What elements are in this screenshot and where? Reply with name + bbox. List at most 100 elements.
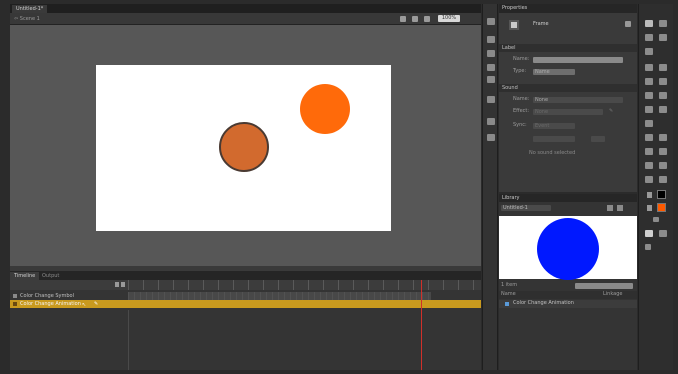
- name-label: Name:: [513, 56, 530, 62]
- pin-icon[interactable]: [607, 205, 613, 211]
- stroke-color-swatch[interactable]: [657, 190, 666, 199]
- effect-value: None: [535, 109, 549, 115]
- text-tool-icon[interactable]: [659, 64, 667, 71]
- lasso-tool-icon[interactable]: [645, 48, 653, 55]
- properties-title: Properties: [499, 4, 637, 13]
- linkage-column-header[interactable]: Linkage: [603, 291, 622, 298]
- pen-tool-icon[interactable]: [645, 64, 653, 71]
- library-icon[interactable]: [487, 36, 495, 43]
- sound-section-header[interactable]: Sound: [499, 84, 637, 92]
- lock-icon[interactable]: [121, 282, 125, 287]
- layer-icon: [13, 294, 17, 298]
- layer-icon: [13, 302, 17, 306]
- repeat-select[interactable]: [533, 136, 575, 142]
- library-column-headers: Name Linkage: [499, 291, 637, 299]
- frame-name-input[interactable]: [533, 57, 623, 63]
- label-section-header[interactable]: Label: [499, 44, 637, 52]
- sound-name-value: None: [535, 97, 549, 103]
- playhead[interactable]: [421, 280, 422, 370]
- timeline-header: [10, 280, 481, 290]
- type-label: Type:: [513, 68, 527, 74]
- library-document-select[interactable]: Untitled-1: [501, 205, 551, 211]
- oval-tool-icon[interactable]: [645, 92, 653, 99]
- effect-label: Effect:: [513, 108, 530, 114]
- library-search-input[interactable]: [575, 283, 633, 289]
- ink-bottle-tool-icon[interactable]: [645, 148, 653, 155]
- sync-label: Sync:: [513, 122, 527, 128]
- timeline-divider: [128, 310, 129, 370]
- layer-row-selected[interactable]: Color Change Animation ✎ ↖: [10, 300, 481, 308]
- properties-icon[interactable]: [487, 18, 495, 25]
- sound-name-select[interactable]: None: [533, 97, 623, 103]
- tools-panel: [638, 4, 673, 370]
- deco-tool-icon[interactable]: [645, 120, 653, 127]
- sync-value: Event: [535, 123, 550, 129]
- edit-envelope-icon[interactable]: ✎: [609, 108, 613, 114]
- sound-section-title: Sound: [502, 85, 518, 91]
- snap-to-objects-icon[interactable]: [645, 230, 653, 237]
- selection-tool-icon[interactable]: [645, 20, 653, 27]
- edit-scene-icon[interactable]: [400, 16, 406, 22]
- breadcrumb[interactable]: ⇦ Scene 1: [14, 15, 40, 23]
- brown-circle-shape[interactable]: [219, 122, 269, 172]
- pencil-tool-icon[interactable]: [645, 106, 653, 113]
- help-icon[interactable]: [625, 21, 631, 27]
- eraser-tool-icon[interactable]: [645, 162, 653, 169]
- library-item[interactable]: Color Change Animation: [499, 300, 637, 308]
- straighten-icon[interactable]: [645, 244, 651, 250]
- line-tool-icon[interactable]: [645, 78, 653, 85]
- tab-output-label: Output: [42, 273, 60, 279]
- library-preview: [499, 216, 637, 280]
- type-select[interactable]: Name: [533, 69, 575, 75]
- 3d-rotation-tool-icon[interactable]: [659, 34, 667, 41]
- new-library-panel-icon[interactable]: [617, 205, 623, 211]
- pencil-icon[interactable]: ✎: [94, 300, 98, 308]
- zoom-tool-icon[interactable]: [659, 176, 667, 183]
- eyedropper-tool-icon[interactable]: [659, 148, 667, 155]
- width-tool-icon[interactable]: [659, 162, 667, 169]
- library-panel: Library Untitled-1 1 item Name Linkage C…: [499, 194, 637, 370]
- name-column-header[interactable]: Name: [501, 291, 516, 298]
- layer-row[interactable]: Color Change Symbol: [10, 292, 481, 300]
- properties-panel: Properties Frame Label Name: Type: Name …: [499, 4, 637, 192]
- stroke-color-icon: [647, 192, 652, 198]
- color-icon[interactable]: [487, 96, 495, 103]
- transform-icon[interactable]: [487, 76, 495, 83]
- brush-tool-icon[interactable]: [659, 106, 667, 113]
- document-tab-bar: Untitled-1*: [10, 4, 481, 13]
- tab-timeline[interactable]: Timeline: [10, 272, 40, 280]
- zoom-value: 100%: [441, 15, 457, 21]
- edit-symbol-icon[interactable]: [412, 16, 418, 22]
- swap-colors-icon[interactable]: [653, 217, 659, 222]
- zoom-select[interactable]: 100%: [438, 15, 460, 22]
- repeat-count[interactable]: [591, 136, 605, 142]
- movie-clip-icon: [505, 302, 509, 306]
- effect-select[interactable]: None: [533, 109, 603, 115]
- stage[interactable]: [96, 65, 391, 231]
- document-tab[interactable]: Untitled-1*: [12, 5, 48, 13]
- center-stage-icon[interactable]: [424, 16, 430, 22]
- type-value: Name: [535, 69, 550, 75]
- smooth-icon[interactable]: [659, 230, 667, 237]
- panel-icon-strip: [482, 4, 498, 370]
- components-icon[interactable]: [487, 134, 495, 141]
- back-arrow-icon[interactable]: ⇦: [14, 16, 18, 22]
- paint-bucket-tool-icon[interactable]: [659, 134, 667, 141]
- rectangle-tool-icon[interactable]: [659, 78, 667, 85]
- info-icon[interactable]: [487, 64, 495, 71]
- subselection-tool-icon[interactable]: [659, 20, 667, 27]
- sync-select[interactable]: Event: [533, 123, 575, 129]
- eye-icon[interactable]: [115, 282, 119, 287]
- tab-output[interactable]: Output: [38, 272, 63, 280]
- bone-tool-icon[interactable]: [645, 134, 653, 141]
- polystar-tool-icon[interactable]: [659, 92, 667, 99]
- layer-frames[interactable]: [128, 292, 431, 300]
- frame-icon: [509, 20, 519, 30]
- fill-color-swatch[interactable]: [657, 203, 666, 212]
- swatches-icon[interactable]: [487, 118, 495, 125]
- hand-tool-icon[interactable]: [645, 176, 653, 183]
- frame-ruler[interactable]: [128, 280, 481, 290]
- align-icon[interactable]: [487, 50, 495, 57]
- free-transform-tool-icon[interactable]: [645, 34, 653, 41]
- orange-circle-shape[interactable]: [300, 84, 350, 134]
